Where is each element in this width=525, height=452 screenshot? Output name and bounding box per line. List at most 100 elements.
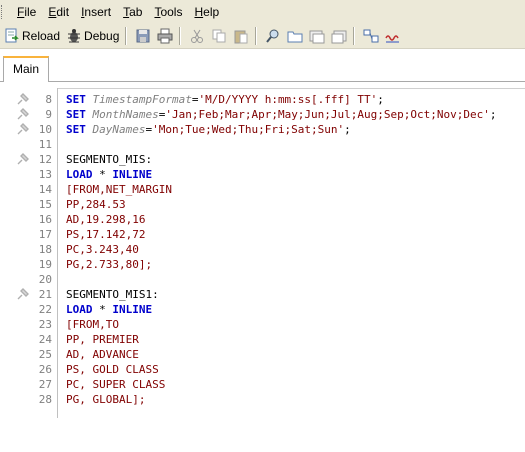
table-viewer-button[interactable] [361,26,381,46]
pin-icon[interactable] [16,287,30,301]
code-line[interactable]: AD, ADVANCE [66,347,139,362]
save-button[interactable] [133,26,153,46]
code-line[interactable]: SET DayNames='Mon;Tue;Wed;Thu;Fri;Sat;Su… [66,122,351,137]
code-line[interactable]: [FROM,NET_MARGIN [66,182,172,197]
code-line[interactable]: PC,3.243,40 [66,242,139,257]
tab-strip: Main [0,49,525,83]
code-token: SET [66,108,86,121]
code-line[interactable]: [FROM,TO [66,317,119,332]
toolbar-separator [179,27,182,45]
code-token: ; [489,108,497,121]
editor-bottom-area [0,418,525,452]
code-line[interactable]: AD,19.298,16 [66,212,145,227]
editor-top-border [0,82,525,89]
menu-edit[interactable]: Edit [42,3,75,21]
line-number: 9 [45,108,52,121]
debug-step-button[interactable] [383,26,403,46]
code-token: SET [66,93,86,106]
code-token: 'Mon;Tue;Wed;Thu;Fri;Sat;Sun' [152,123,345,136]
menu-insert[interactable]: Insert [75,3,117,21]
code-token: LOAD [66,168,93,181]
code-token: PP, PREMIER [66,333,139,346]
line-number: 19 [38,258,52,271]
table-viewer-icon [363,29,379,43]
code-token: INLINE [112,168,153,181]
line-number: 24 [38,333,52,346]
line-number: 17 [38,228,52,241]
code-line[interactable]: SET MonthNames='Jan;Feb;Mar;Apr;May;Jun;… [66,107,497,122]
reload-label: Reload [22,29,61,43]
line-number: 8 [45,93,52,106]
toolbar-separator [255,27,258,45]
code-token: PC, SUPER CLASS [66,378,166,391]
open-folder-button[interactable] [285,26,305,46]
code-token: PS,17.142,72 [66,228,146,241]
toolbar-separator [125,27,128,45]
code-line[interactable]: PP, PREMIER [66,332,139,347]
line-number: 14 [38,183,52,196]
code-token: DayNames [92,123,146,136]
reload-icon [5,28,19,43]
code-token: SEGMENTO_MIS: [66,153,153,166]
debug-button[interactable]: Debug [64,26,121,46]
line-number: 23 [38,318,52,331]
code-token: ; [344,123,351,136]
code-token: SEGMENTO_MIS1: [66,288,159,301]
code-line[interactable]: PS, GOLD CLASS [66,362,159,377]
line-number: 12 [38,153,52,166]
tab-back-button[interactable] [307,26,327,46]
search-icon [266,29,279,43]
code-token: INLINE [112,303,153,316]
folder-icon [287,31,303,43]
paste-icon [234,30,248,44]
tab-forward-button[interactable] [329,26,349,46]
code-line[interactable]: PG,2.733,80]; [66,257,152,272]
code-line[interactable]: PC, SUPER CLASS [66,377,165,392]
line-number: 16 [38,213,52,226]
line-number: 11 [38,138,52,151]
paste-button[interactable] [231,26,251,46]
code-line[interactable]: PP,284.53 [66,197,126,212]
print-icon [157,28,173,44]
line-number: 10 [38,123,52,136]
code-line[interactable]: LOAD * INLINE [66,167,152,182]
window-forward-icon [331,30,347,44]
print-button[interactable] [155,26,175,46]
menu-help[interactable]: Help [188,3,225,21]
line-number: 22 [38,303,52,316]
pin-icon[interactable] [16,152,30,166]
line-number: 27 [38,378,52,391]
code-token: 'M/D/YYYY h:mm:ss[.fff] TT' [198,93,378,106]
code-line[interactable]: SEGMENTO_MIS1: [66,287,159,302]
line-number: 13 [38,168,52,181]
tab-main[interactable]: Main [3,56,49,83]
menu-grip[interactable] [1,5,5,19]
save-icon [136,29,150,43]
pin-icon[interactable] [16,92,30,106]
menu-file[interactable]: File [11,3,42,21]
code-token: TimestampFormat [92,93,192,106]
cut-button[interactable] [187,26,207,46]
pin-icon[interactable] [16,107,30,121]
copy-icon [212,29,226,43]
code-line[interactable]: PG, GLOBAL]; [66,392,145,407]
toolbar-separator [353,27,356,45]
code-token: PP,284.53 [66,198,126,211]
menu-tab[interactable]: Tab [117,3,148,21]
reload-button[interactable]: Reload [2,26,62,46]
code-line[interactable]: SET TimestampFormat='M/D/YYYY h:mm:ss[.f… [66,92,384,107]
find-button[interactable] [263,26,283,46]
code-token: PS, GOLD CLASS [66,363,159,376]
toolbar: Reload Debug [0,24,525,49]
copy-button[interactable] [209,26,229,46]
code-token: AD,19.298,16 [66,213,146,226]
scissors-icon [191,29,204,43]
code-line[interactable]: PS,17.142,72 [66,227,145,242]
menu-bar: File Edit Insert Tab Tools Help [0,0,525,24]
code-line[interactable]: LOAD * INLINE [66,302,152,317]
menu-tools[interactable]: Tools [148,3,188,21]
code-line[interactable]: SEGMENTO_MIS: [66,152,152,167]
pin-icon[interactable] [16,122,30,136]
wavy-arrow-icon [385,35,400,43]
